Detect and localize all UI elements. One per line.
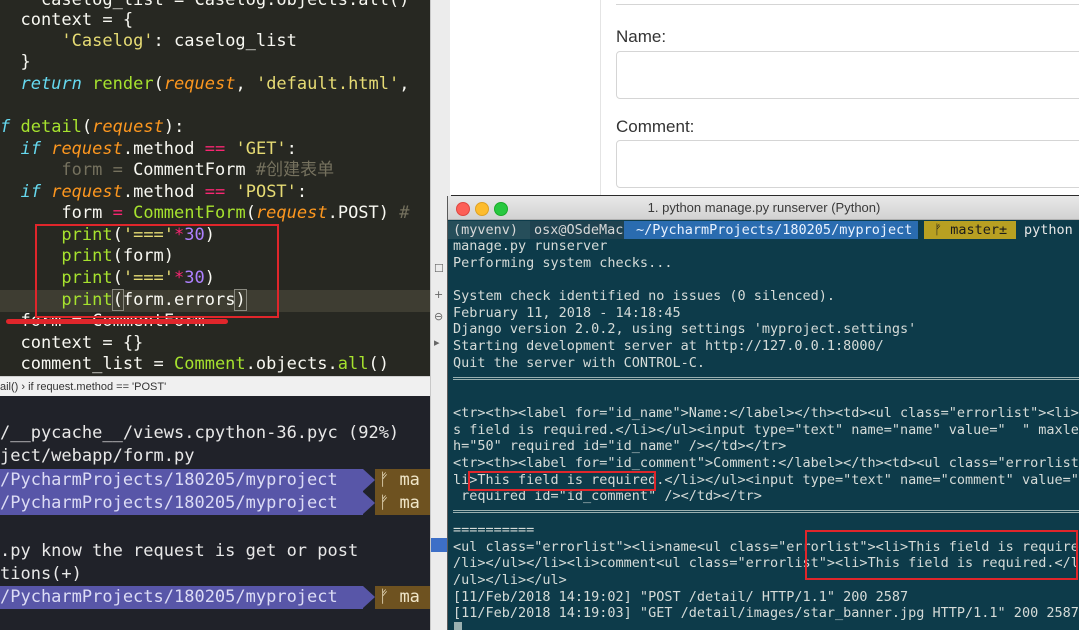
prompt-git-label: ma (399, 587, 420, 607)
left-terminal[interactable]: /__pycache__/views.cpython-36.pyc (92%) … (0, 396, 430, 630)
code-line-8: if request.method == 'GET': (0, 139, 297, 159)
code-line-9: form = CommentForm #创建表单 (0, 160, 335, 180)
terminal-line: h="50" required id="id_name" /></td></tr… (453, 438, 787, 454)
prompt-git-branch: ᚠ ma (375, 469, 430, 492)
terminal-window[interactable]: 1. python manage.py runserver (Python) (… (447, 196, 1079, 630)
terminal-line: System check identified no issues (0 sil… (453, 288, 836, 304)
left-terminal-line-1: /__pycache__/views.cpython-36.pyc (92%) (0, 423, 400, 443)
terminal-line: [11/Feb/2018 14:19:03] "GET /detail/imag… (453, 605, 1079, 621)
terminal-line: Quit the server with CONTROL-C. (453, 355, 705, 371)
comment-label: Comment: (616, 117, 695, 136)
prompt-git-label: ma (399, 470, 420, 490)
code-line-18: comment_list = Comment.objects.all() (0, 354, 389, 374)
terminal-line: <tr><th><label for="id_comment">Comment:… (453, 455, 1079, 471)
left-terminal-line-6: tions(+) (0, 564, 82, 584)
terminal-line: February 11, 2018 - 14:18:45 (453, 305, 681, 321)
code-line-2: context = { (0, 10, 134, 30)
prompt-git-branch: ᚠ master± (924, 221, 1016, 239)
code-line-3: 'Caselog': caselog_list (61, 31, 297, 51)
errorlist-highlight-box (805, 530, 1078, 580)
terminal-line: ========== (453, 522, 535, 538)
plus-icon[interactable]: + (434, 288, 443, 301)
prompt-arrow-icon (363, 469, 375, 491)
prompt-git-label: master± (950, 222, 1008, 238)
strike-underline-mark (6, 319, 228, 324)
page-divider (600, 0, 601, 195)
terminal-title: 1. python manage.py runserver (Python) (647, 200, 881, 215)
terminal-line: <tr><th><label for="id_name">Name:</labe… (453, 405, 1079, 421)
prompt-directory: ~/PycharmProjects/180205/myproject (624, 221, 918, 239)
prompt-command: python (1024, 222, 1073, 238)
git-branch-icon: ᚠ (379, 493, 400, 513)
terminal-line: [11/Feb/2018 14:19:02] "POST /detail/ HT… (453, 589, 909, 605)
prompt-arrow-icon (363, 586, 375, 608)
name-input[interactable] (616, 51, 1079, 99)
name-label: Name: (616, 27, 667, 46)
terminal-line: s field is required.</li></ul><input typ… (453, 422, 1079, 438)
required-error-highlight-box (468, 471, 656, 491)
terminal-line: /ul></li></ul> (453, 572, 567, 588)
fold-icon[interactable]: ⊖ (434, 310, 443, 323)
code-line-17: context = {} (0, 333, 144, 353)
prompt-user: osx@OSdeMac (530, 221, 624, 239)
git-branch-icon: ᚠ (934, 222, 951, 238)
left-terminal-line-2: ject/webapp/form.py (0, 446, 195, 466)
code-line-11: form = CommentForm(request.POST) # (0, 203, 410, 223)
terminal-line: manage.py runserver (453, 238, 608, 254)
left-terminal-line-5: .py know the request is get or post (0, 541, 359, 561)
code-line-7: f detail(request): (0, 117, 185, 137)
prompt-path: /PycharmProjects/180205/myproject (0, 586, 363, 609)
code-line-10: if request.method == 'POST': (0, 182, 308, 202)
print-statements-highlight-box (35, 224, 279, 318)
prompt-git-branch: ᚠ ma (375, 586, 430, 609)
prompt-venv: (myvenv) (448, 221, 530, 239)
terminal-cursor (454, 622, 462, 630)
prompt-path: /PycharmProjects/180205/myproject (0, 492, 363, 515)
code-line-5: return render(request, 'default.html', (0, 74, 410, 94)
terminal-line: Django version 2.0.2, using settings 'my… (453, 321, 917, 337)
code-editor[interactable]: caselog_list = Caselog.objects.all() con… (0, 0, 430, 376)
terminal-titlebar[interactable]: 1. python manage.py runserver (Python) (448, 196, 1079, 220)
left-terminal-prompt-3: /PycharmProjects/180205/myproject ᚠ ma (0, 586, 430, 609)
prompt-git-branch: ᚠ ma (375, 492, 430, 515)
comment-input[interactable] (616, 140, 1079, 188)
left-terminal-prompt-2: /PycharmProjects/180205/myproject ᚠ ma (0, 492, 430, 515)
git-branch-icon: ᚠ (379, 587, 400, 607)
git-branch-icon: ᚠ (379, 470, 400, 490)
prompt-git-label: ma (399, 493, 420, 513)
checkbox-icon[interactable]: ☐ (434, 262, 444, 275)
prompt-arrow-icon (363, 492, 375, 514)
browser-page: Name: Comment: (450, 0, 1079, 195)
terminal-line: Performing system checks... (453, 255, 673, 271)
top-input-edge (616, 4, 1079, 5)
code-line-4: } (0, 52, 31, 72)
code-breadcrumb[interactable]: ail() › if request.method == 'POST' (0, 376, 430, 397)
separator-line (453, 510, 1079, 520)
terminal-line: Starting development server at http://12… (453, 338, 884, 354)
prompt-path: /PycharmProjects/180205/myproject (0, 469, 363, 492)
left-terminal-prompt-1: /PycharmProjects/180205/myproject ᚠ ma (0, 469, 430, 492)
separator-line (453, 377, 1079, 387)
play-icon[interactable]: ▸ (434, 336, 440, 349)
